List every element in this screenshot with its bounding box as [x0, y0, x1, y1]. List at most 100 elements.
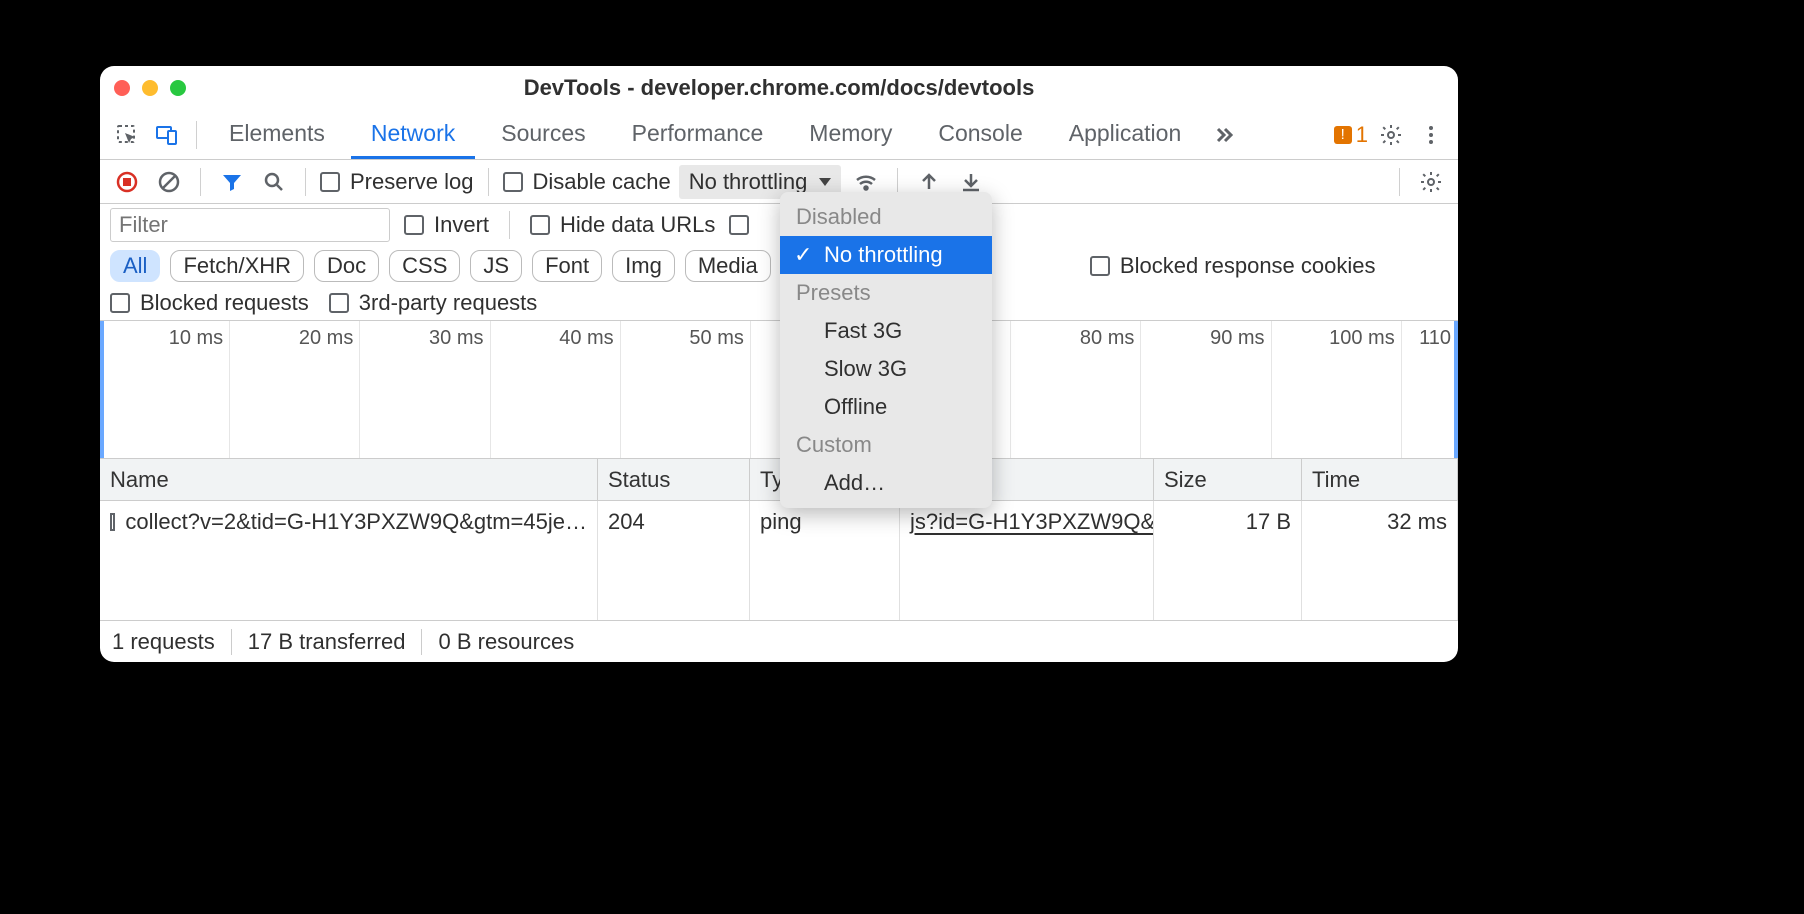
checkbox-icon — [404, 215, 424, 235]
overview-ticks: 10 ms 20 ms 30 ms 40 ms 50 ms 80 ms 90 m… — [100, 321, 1458, 458]
tab-performance[interactable]: Performance — [612, 110, 784, 159]
cell-size: 17 B — [1154, 501, 1302, 543]
filter-input[interactable] — [110, 208, 390, 242]
dd-item-fast-3g[interactable]: Fast 3G — [780, 312, 992, 350]
type-pill-font[interactable]: Font — [532, 250, 602, 282]
tab-application[interactable]: Application — [1049, 110, 1202, 159]
dd-item-no-throttling[interactable]: No throttling — [780, 236, 992, 274]
third-party-checkbox[interactable]: 3rd-party requests — [329, 290, 538, 316]
third-party-label: 3rd-party requests — [359, 290, 538, 316]
tab-console[interactable]: Console — [918, 110, 1042, 159]
col-status[interactable]: Status — [598, 459, 750, 500]
disable-cache-label: Disable cache — [533, 169, 671, 195]
record-button[interactable] — [110, 165, 144, 199]
tick: 100 ms — [1272, 321, 1402, 458]
throttling-value: No throttling — [689, 169, 808, 195]
network-toolbar: Preserve log Disable cache No throttling — [100, 160, 1458, 204]
devtools-window: DevTools - developer.chrome.com/docs/dev… — [100, 66, 1458, 662]
inspect-element-icon[interactable] — [110, 118, 144, 152]
timeline-overview[interactable]: 10 ms 20 ms 30 ms 40 ms 50 ms 80 ms 90 m… — [100, 321, 1458, 459]
tab-memory[interactable]: Memory — [789, 110, 912, 159]
titlebar: DevTools - developer.chrome.com/docs/dev… — [100, 66, 1458, 110]
separator — [231, 629, 232, 655]
settings-icon[interactable] — [1374, 118, 1408, 152]
chevron-down-icon — [819, 178, 831, 186]
col-time[interactable]: Time — [1302, 459, 1458, 500]
type-pill-doc[interactable]: Doc — [314, 250, 379, 282]
blocked-response-cookies-label: Blocked response cookies — [1120, 253, 1376, 279]
type-pill-js[interactable]: JS — [470, 250, 522, 282]
filter-bar: Invert Hide data URLs All Fetch/XHR Doc … — [100, 204, 1458, 321]
network-settings-icon[interactable] — [1414, 165, 1448, 199]
col-size[interactable]: Size — [1154, 459, 1302, 500]
blocked-requests-checkbox[interactable]: Blocked requests — [110, 290, 309, 316]
status-transferred: 17 B transferred — [248, 629, 406, 655]
dd-item-add[interactable]: Add… — [780, 464, 992, 502]
invert-checkbox[interactable]: Invert — [404, 212, 489, 238]
type-filters: All Fetch/XHR Doc CSS JS Font Img Media … — [110, 250, 1448, 282]
tick: 80 ms — [1011, 321, 1141, 458]
table-spacer — [100, 543, 1458, 620]
disable-cache-checkbox[interactable]: Disable cache — [503, 169, 671, 195]
tick: 30 ms — [360, 321, 490, 458]
checkbox-icon — [530, 215, 550, 235]
type-pill-img[interactable]: Img — [612, 250, 675, 282]
truncated-checkbox[interactable] — [729, 215, 749, 235]
tab-elements[interactable]: Elements — [209, 110, 345, 159]
cell-status: 204 — [598, 501, 750, 543]
checkbox-icon — [1090, 256, 1110, 276]
blocked-response-cookies-checkbox[interactable]: Blocked response cookies — [1090, 253, 1376, 279]
status-bar: 1 requests 17 B transferred 0 B resource… — [100, 620, 1458, 662]
separator — [509, 211, 510, 239]
close-window-button[interactable] — [114, 80, 130, 96]
type-pill-fetch-xhr[interactable]: Fetch/XHR — [170, 250, 304, 282]
dd-group-custom: Custom — [780, 426, 992, 464]
filter-icon[interactable] — [215, 165, 249, 199]
table-row[interactable]: collect?v=2&tid=G-H1Y3PXZW9Q&gtm=45je… 2… — [100, 501, 1458, 543]
window-controls — [114, 80, 186, 96]
tick: 20 ms — [230, 321, 360, 458]
separator — [200, 168, 201, 196]
status-resources: 0 B resources — [438, 629, 574, 655]
initiator-link[interactable]: js?id=G-H1Y3PXZW9Q&l — [910, 509, 1154, 535]
tick: 10 ms — [100, 321, 230, 458]
separator — [305, 168, 306, 196]
dd-item-slow-3g[interactable]: Slow 3G — [780, 350, 992, 388]
type-pill-all[interactable]: All — [110, 250, 160, 282]
main-tabstrip: Elements Network Sources Performance Mem… — [100, 110, 1458, 160]
zoom-window-button[interactable] — [170, 80, 186, 96]
table-body: collect?v=2&tid=G-H1Y3PXZW9Q&gtm=45je… 2… — [100, 501, 1458, 620]
resource-icon — [110, 513, 115, 531]
tab-sources[interactable]: Sources — [481, 110, 605, 159]
blocked-requests-label: Blocked requests — [140, 290, 309, 316]
cell-time: 32 ms — [1302, 501, 1458, 543]
hide-data-urls-checkbox[interactable]: Hide data URLs — [530, 212, 715, 238]
device-toolbar-icon[interactable] — [150, 118, 184, 152]
more-tabs-icon[interactable] — [1207, 118, 1241, 152]
cell-name-text: collect?v=2&tid=G-H1Y3PXZW9Q&gtm=45je… — [125, 509, 587, 535]
invert-label: Invert — [434, 212, 489, 238]
minimize-window-button[interactable] — [142, 80, 158, 96]
overview-right-handle[interactable] — [1454, 321, 1458, 458]
checkbox-icon — [729, 215, 749, 235]
checkbox-icon — [503, 172, 523, 192]
dd-group-disabled: Disabled — [780, 198, 992, 236]
search-icon[interactable] — [257, 165, 291, 199]
type-pill-media[interactable]: Media — [685, 250, 771, 282]
preserve-log-checkbox[interactable]: Preserve log — [320, 169, 474, 195]
type-pill-css[interactable]: CSS — [389, 250, 460, 282]
separator — [421, 629, 422, 655]
checkbox-icon — [329, 293, 349, 313]
warning-icon: ! — [1334, 126, 1352, 144]
table-header: Name Status Ty Size Time — [100, 459, 1458, 501]
separator — [1399, 168, 1400, 196]
throttling-dropdown: Disabled No throttling Presets Fast 3G S… — [780, 192, 992, 508]
clear-button[interactable] — [152, 165, 186, 199]
checkbox-icon — [320, 172, 340, 192]
dd-item-offline[interactable]: Offline — [780, 388, 992, 426]
col-name[interactable]: Name — [100, 459, 598, 500]
hide-data-urls-label: Hide data URLs — [560, 212, 715, 238]
issues-badge[interactable]: ! 1 — [1334, 122, 1368, 148]
kebab-menu-icon[interactable] — [1414, 118, 1448, 152]
tab-network[interactable]: Network — [351, 110, 475, 159]
